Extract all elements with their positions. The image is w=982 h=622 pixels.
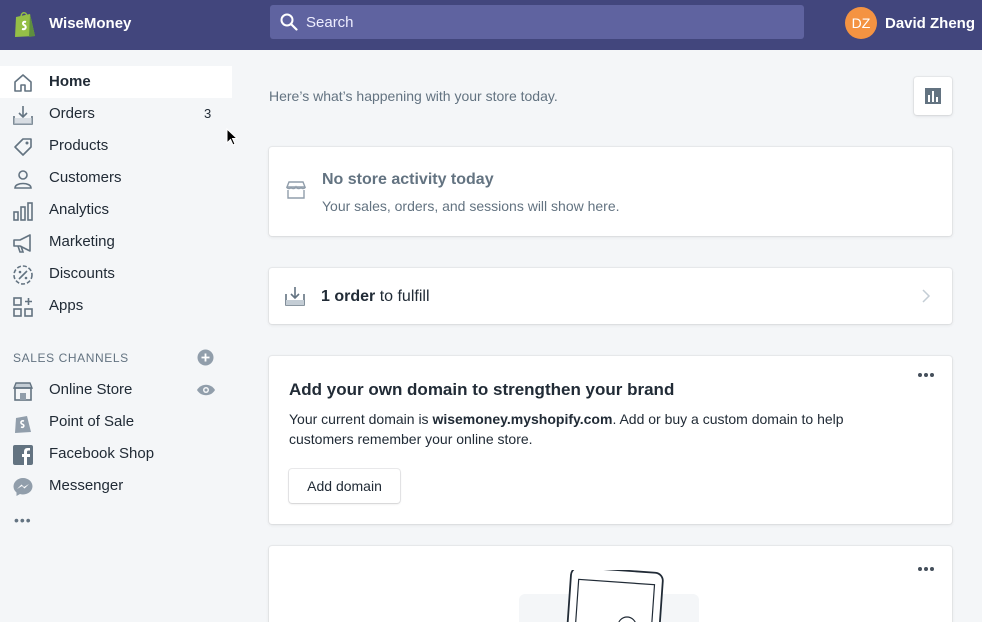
search-input[interactable]: Search [270,5,804,39]
current-domain: wisemoney.myshopify.com [432,411,613,427]
orders-count-badge: 3 [204,106,212,121]
more-options-icon[interactable] [917,566,935,572]
sidebar-item-label: Marketing [49,233,115,250]
orders-to-fulfill-card[interactable]: 1 order to fulfill [269,268,952,324]
orders-to-fulfill-suffix: to fulfill [375,288,430,305]
home-icon [14,74,32,92]
sidebar-item-messenger[interactable]: Messenger [0,470,230,502]
more-options-icon[interactable] [917,372,935,378]
store-name[interactable]: WiseMoney [49,15,131,32]
sidebar-item-label: Messenger [49,477,124,494]
sidebar-item-products[interactable]: Products [0,130,230,162]
activity-subtitle: Your sales, orders, and sessions will sh… [322,198,620,214]
sidebar-item-home[interactable]: Home [0,66,232,98]
sidebar-item-label: Facebook Shop [49,445,155,462]
activity-title: No store activity today [322,171,494,188]
sidebar-item-facebook-shop[interactable]: Facebook Shop [0,438,230,470]
eye-icon[interactable] [196,382,216,398]
sidebar-item-marketing[interactable]: Marketing [0,226,230,258]
sidebar-item-label: Products [49,137,109,154]
bar-chart-icon [925,88,941,104]
tag-icon [14,138,32,156]
store-activity-card: No store activity today Your sales, orde… [269,147,952,236]
sidebar-item-customers[interactable]: Customers [0,162,230,194]
sidebar-item-label: Analytics [49,201,110,218]
sidebar-item-label: Home [49,73,91,90]
domain-card-title: Add your own domain to strengthen your b… [289,380,675,399]
top-bar: WiseMoney Search DZ David Zheng [0,0,982,50]
chevron-right-icon [922,289,931,303]
promo-card [269,546,952,622]
store-icon [12,382,34,401]
orders-to-fulfill-text: 1 order to fulfill [321,288,430,306]
sidebar-item-apps[interactable]: Apps [0,290,230,322]
page-intro: Here’s what’s happening with your store … [269,88,558,104]
sidebar-item-discounts[interactable]: Discounts [0,258,230,290]
bar-chart-icon [13,202,33,221]
sidebar-item-label: Customers [49,169,122,186]
sidebar-item-point-of-sale[interactable]: Point of Sale [0,406,230,438]
apps-icon [13,297,33,317]
sidebar-item-label: Orders [49,105,95,122]
messenger-icon [13,478,33,496]
mouse-cursor-icon [226,128,238,146]
orders-icon [13,106,33,125]
sidebar-item-orders[interactable]: Orders 3 [0,98,230,130]
search-placeholder: Search [306,13,354,31]
order-count: 1 order [321,288,376,305]
store-icon [285,181,307,199]
sales-channels-heading: SALES CHANNELS [13,351,129,365]
megaphone-icon [13,234,31,253]
add-sales-channel-icon[interactable] [197,349,214,366]
shopify-logo-icon[interactable] [12,9,38,39]
orders-icon [285,287,305,306]
domain-card: Add your own domain to strengthen your b… [269,356,952,524]
sidebar-item-label: Discounts [49,265,115,282]
discount-icon [13,265,33,285]
sidebar-item-label: Online Store [49,381,133,398]
domain-body-prefix: Your current domain is [289,411,433,427]
facebook-icon [13,445,33,465]
search-icon [280,13,298,31]
phone-illustration [519,570,699,622]
more-channels-button[interactable]: ••• [14,512,32,528]
user-name[interactable]: David Zheng [885,15,975,32]
pos-icon [15,416,31,433]
person-icon [14,170,32,189]
domain-card-body: Your current domain is wisemoney.myshopi… [289,409,909,449]
sidebar-item-label: Point of Sale [49,413,135,430]
sidebar-item-analytics[interactable]: Analytics [0,194,230,226]
sidebar-item-label: Apps [49,297,84,314]
add-domain-button[interactable]: Add domain [289,469,400,503]
view-reports-button[interactable] [914,77,952,115]
avatar[interactable]: DZ [845,7,877,39]
sidebar: Home Orders 3 Products Customers Analyti… [0,50,235,622]
